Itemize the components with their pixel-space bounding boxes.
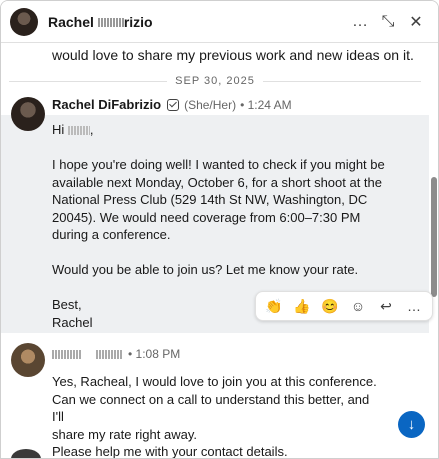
messaging-window: Rachel rizio … ⤡ ✕ would love to share m…	[0, 0, 439, 459]
sender-avatar[interactable]	[11, 97, 45, 131]
clap-react-icon[interactable]: 👏	[260, 292, 288, 320]
message-item: • 1:08 PM Yes, Racheal, I would love to …	[1, 335, 429, 459]
smile-react-icon[interactable]: 😊	[316, 292, 344, 320]
redacted-sender-name	[52, 349, 82, 359]
redacted-name-part	[97, 18, 124, 28]
reaction-toolbar: 👏 👍 😊 ☺ ↩ …	[255, 291, 433, 321]
sender-avatar[interactable]	[11, 343, 45, 377]
jump-to-latest-button[interactable]: ↓	[398, 411, 425, 438]
minimize-icon[interactable]: ⤡	[374, 8, 402, 36]
message-feed[interactable]: would love to share my previous work and…	[1, 43, 429, 459]
message-paragraph: Would you be able to join us? Let me kno…	[52, 262, 359, 277]
message-body: Yes, Racheal, I would love to join you a…	[52, 373, 382, 459]
thumbs-up-react-icon[interactable]: 👍	[288, 292, 316, 320]
date-separator: SEP 30, 2025	[1, 71, 429, 91]
contact-avatar[interactable]	[10, 7, 38, 36]
redacted-name	[67, 126, 90, 136]
message-paragraph: I hope you're doing well! I wanted to ch…	[52, 157, 385, 242]
message-time: • 1:24 AM	[240, 97, 292, 112]
conversation-header: Rachel rizio … ⤡ ✕	[1, 1, 438, 43]
more-options-icon[interactable]: …	[346, 8, 374, 36]
message-line: share my rate right away.	[52, 426, 197, 442]
message-line: Can we connect on a call to understand t…	[52, 391, 370, 425]
more-actions-icon[interactable]: …	[400, 292, 428, 320]
reply-icon[interactable]: ↩	[372, 292, 400, 320]
scrollbar-thumb[interactable]	[431, 177, 437, 297]
verified-badge-icon	[167, 98, 180, 111]
add-reaction-icon[interactable]: ☺	[344, 292, 372, 320]
sender-name[interactable]: Rachel DiFabrizio	[52, 97, 161, 112]
continuation-text: would love to share my previous work and…	[52, 47, 414, 63]
contact-name[interactable]: Rachel rizio	[48, 14, 153, 30]
close-icon[interactable]: ✕	[402, 8, 430, 36]
message-time: • 1:08 PM	[128, 347, 181, 361]
redacted-sender-name	[96, 349, 122, 359]
sender-pronouns: (She/Her)	[184, 97, 237, 112]
message-line: Yes, Racheal, I would love to join you a…	[52, 374, 377, 389]
message-line: Please help me with your contact details…	[52, 444, 288, 459]
